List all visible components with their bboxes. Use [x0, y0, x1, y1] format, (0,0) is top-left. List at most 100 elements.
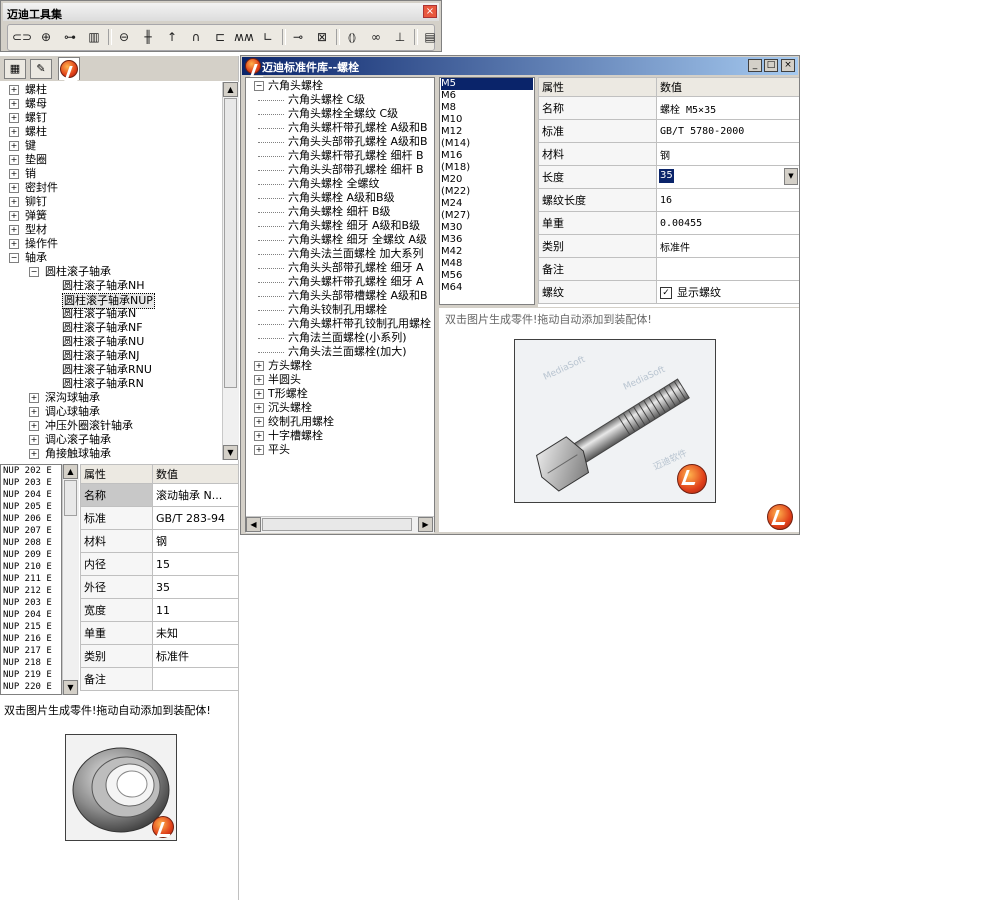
list-item[interactable]: NUP 208 E [3, 537, 52, 549]
expand-icon[interactable]: + [9, 197, 19, 207]
list-item[interactable]: NUP 204 E [3, 609, 52, 621]
size-item[interactable]: M48 [441, 258, 533, 270]
expand-icon[interactable]: + [9, 225, 19, 235]
maidi-logo-button[interactable] [767, 504, 793, 530]
screw-icon[interactable]: ⊶ [60, 28, 80, 46]
profile-icon[interactable]: ∟ [258, 28, 278, 46]
size-item[interactable]: (M14) [441, 138, 533, 150]
list-item[interactable]: NUP 215 E [3, 621, 52, 633]
tree-node[interactable]: 圆柱滚子轴承NU [0, 335, 222, 349]
list-item[interactable]: NUP 211 E [3, 573, 52, 585]
minimize-button[interactable]: _ [748, 59, 762, 72]
show-thread-checkbox[interactable]: ✓ [660, 287, 672, 299]
tree-node[interactable]: + 方头螺栓 [246, 359, 434, 373]
bolt-preview-image[interactable]: MediaSoft MediaSoft 迈迪软件 迈迪软件 [514, 339, 716, 503]
tree-node[interactable]: − 圆柱滚子轴承 [0, 265, 222, 279]
tree-node[interactable]: + 操作件 [0, 237, 222, 251]
tree-node[interactable]: + 深沟球轴承 [0, 391, 222, 405]
expand-icon[interactable]: + [254, 431, 264, 441]
tree-node[interactable]: 六角法兰面螺栓(小系列) [246, 331, 434, 345]
list-item[interactable]: NUP 216 E [3, 633, 52, 645]
list-item[interactable]: NUP 210 E [3, 561, 52, 573]
toolkit-close-button[interactable]: × [423, 5, 437, 18]
tree-node[interactable]: + 型材 [0, 223, 222, 237]
expand-icon[interactable]: + [9, 239, 19, 249]
size-item[interactable]: M30 [441, 222, 533, 234]
book-icon[interactable]: ▤ [420, 28, 440, 46]
tab-notes-icon[interactable]: ✎ [30, 59, 52, 79]
list-item[interactable]: NUP 204 E [3, 489, 52, 501]
expand-icon[interactable]: + [9, 127, 19, 137]
size-item[interactable]: M10 [441, 114, 533, 126]
tree-node[interactable]: 六角头螺杆带孔铰制孔用螺栓 [246, 317, 434, 331]
left-tree-scrollbar[interactable]: ▲ ▼ [222, 82, 239, 460]
key-icon[interactable]: ⊖ [114, 28, 134, 46]
scroll-right-icon[interactable]: ▶ [418, 517, 433, 532]
list-item[interactable]: NUP 205 E [3, 501, 52, 513]
scroll-thumb[interactable] [262, 518, 412, 531]
stud-icon[interactable]: ▥ [84, 28, 104, 46]
nut-icon[interactable]: ⊕ [36, 28, 56, 46]
property-value[interactable] [656, 257, 799, 281]
expand-icon[interactable]: + [9, 211, 19, 221]
tab-tree-icon[interactable]: ▦ [4, 59, 26, 79]
size-item[interactable]: M64 [441, 282, 533, 294]
tree-node[interactable]: + 调心滚子轴承 [0, 433, 222, 447]
size-item[interactable]: M36 [441, 234, 533, 246]
expand-icon[interactable]: + [9, 85, 19, 95]
chain-icon[interactable]: ∞ [366, 28, 386, 46]
list-item[interactable]: NUP 207 E [3, 525, 52, 537]
tree-node[interactable]: 圆柱滚子轴承RNU [0, 363, 222, 377]
list-item[interactable]: NUP 217 E [3, 645, 52, 657]
tree-node[interactable]: 六角头螺栓 细杆 B级 [246, 205, 434, 219]
tree-node[interactable]: − 六角头螺栓 [246, 79, 434, 93]
scroll-up-icon[interactable]: ▲ [223, 82, 238, 97]
property-value[interactable]: 11 [152, 598, 238, 622]
list-item[interactable]: NUP 203 E [3, 597, 52, 609]
list-item[interactable]: NUP 212 E [3, 585, 52, 597]
expand-icon[interactable]: + [9, 183, 19, 193]
tree-node[interactable]: + 调心球轴承 [0, 405, 222, 419]
tree-node[interactable]: 六角头螺栓 C级 [246, 93, 434, 107]
pin-icon[interactable]: ╫ [138, 28, 158, 46]
size-item[interactable]: M12 [441, 126, 533, 138]
tree-node[interactable]: + 冲压外圈滚针轴承 [0, 419, 222, 433]
tree-node[interactable]: 六角头螺杆带孔螺栓 A级和B [246, 121, 434, 135]
tree-node[interactable]: + 平头 [246, 443, 434, 457]
bracket-icon[interactable]: ⊏ [210, 28, 230, 46]
tree-node[interactable]: 六角头头部带孔螺栓 细杆 B [246, 163, 434, 177]
scroll-thumb[interactable] [224, 98, 237, 388]
expand-icon[interactable]: + [9, 113, 19, 123]
size-item[interactable]: M42 [441, 246, 533, 258]
tree-node[interactable]: 圆柱滚子轴承NH [0, 279, 222, 293]
tree-node[interactable]: + 螺钉 [0, 111, 222, 125]
property-value[interactable]: 35 ▼ [656, 165, 799, 189]
length-combobox[interactable]: 35 [659, 169, 674, 183]
expand-icon[interactable]: + [29, 407, 39, 417]
tree-node[interactable]: 六角头螺栓 全螺纹 [246, 177, 434, 191]
property-value[interactable]: 螺栓 M5×35 [656, 96, 799, 120]
property-value[interactable]: 35 [152, 575, 238, 599]
scroll-down-icon[interactable]: ▼ [223, 445, 238, 460]
bearing-icon[interactable]: ⦅⦆ [342, 28, 362, 46]
clip-icon[interactable]: ∩ [186, 28, 206, 46]
property-value[interactable]: 15 [152, 552, 238, 576]
expand-icon[interactable]: + [9, 99, 19, 109]
tree-node[interactable]: 圆柱滚子轴承NUP [0, 293, 222, 309]
model-list-scrollbar[interactable]: ▲ ▼ [62, 464, 79, 695]
scroll-down-icon[interactable]: ▼ [63, 680, 78, 695]
list-item[interactable]: NUP 209 E [3, 549, 52, 561]
tree-node[interactable]: + 螺柱 [0, 83, 222, 97]
collapse-icon[interactable]: − [9, 253, 19, 263]
property-value[interactable]: 标准件 [656, 234, 799, 258]
tree-node[interactable]: 六角头法兰面螺栓 加大系列 [246, 247, 434, 261]
std-titlebar[interactable]: 迈迪标准件库--螺栓 _ □ × [242, 57, 798, 75]
tree-node[interactable]: 六角头螺栓 A级和B级 [246, 191, 434, 205]
tree-node[interactable]: − 轴承 [0, 251, 222, 265]
collapse-icon[interactable]: − [29, 267, 39, 277]
tree-node[interactable]: 圆柱滚子轴承NJ [0, 349, 222, 363]
tree-node[interactable]: 圆柱滚子轴承N [0, 307, 222, 321]
stand-icon[interactable]: ⊥ [390, 28, 410, 46]
expand-icon[interactable]: + [254, 417, 264, 427]
expand-icon[interactable]: + [254, 389, 264, 399]
